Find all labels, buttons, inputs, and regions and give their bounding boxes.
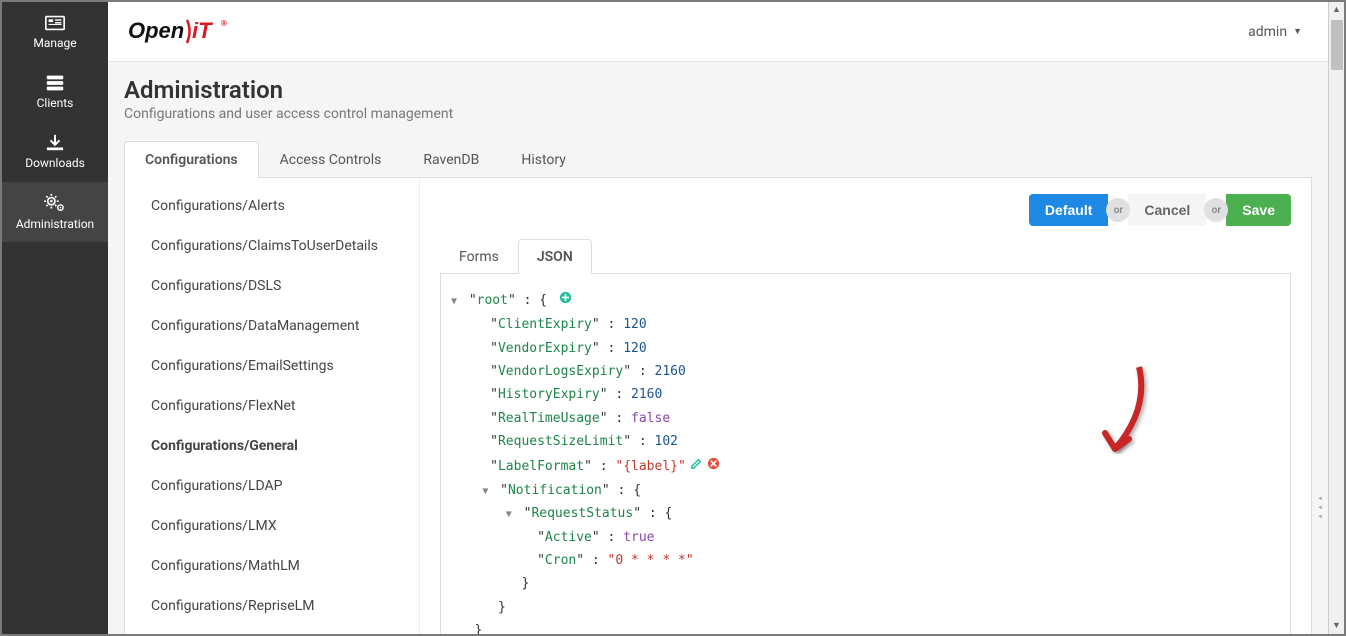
json-field[interactable]: "Cron" : "0 * * * *"	[451, 549, 1280, 572]
cancel-button[interactable]: Cancel	[1128, 194, 1206, 226]
tab-history[interactable]: History	[500, 141, 587, 178]
content: Administration Configurations and user a…	[108, 62, 1328, 634]
config-item-alerts[interactable]: Configurations/Alerts	[125, 186, 419, 226]
json-root-line[interactable]: ▼ "root" : {	[451, 288, 1280, 313]
json-close: }	[451, 619, 1280, 634]
resize-handle-icon[interactable]: ◄◄◄	[1313, 492, 1327, 522]
or-separator: or	[1106, 198, 1130, 222]
sub-tab-json[interactable]: JSON	[518, 239, 592, 274]
dashboard-icon	[44, 14, 66, 32]
sidebar: Manage Clients Downloads Administration	[2, 2, 108, 634]
main-tabs: Configurations Access Controls RavenDB H…	[124, 140, 1312, 178]
config-list: Configurations/Alerts Configurations/Cla…	[125, 178, 420, 634]
config-editor: Default or Cancel or Save Forms JSON ▼ "…	[420, 178, 1311, 634]
sidebar-item-clients[interactable]: Clients	[2, 62, 108, 122]
json-requeststatus-line[interactable]: ▼ "RequestStatus" : {	[451, 502, 1280, 525]
config-item-flexnet[interactable]: Configurations/FlexNet	[125, 386, 419, 426]
json-field[interactable]: "Active" : true	[451, 526, 1280, 549]
config-item-lmx[interactable]: Configurations/LMX	[125, 506, 419, 546]
config-item-ldap[interactable]: Configurations/LDAP	[125, 466, 419, 506]
openit-logo-icon: Open iT ®	[128, 16, 243, 48]
json-close: }	[451, 596, 1280, 619]
tab-access-controls[interactable]: Access Controls	[259, 141, 403, 178]
save-button[interactable]: Save	[1226, 194, 1291, 226]
json-field[interactable]: "VendorLogsExpiry" : 2160	[451, 360, 1280, 383]
config-panel: Configurations/Alerts Configurations/Cla…	[124, 178, 1312, 634]
logo: Open iT ®	[128, 16, 243, 48]
sidebar-item-manage[interactable]: Manage	[2, 2, 108, 62]
scroll-down-icon[interactable]: ▼	[1329, 618, 1345, 634]
server-icon	[44, 74, 66, 92]
svg-text:Open: Open	[128, 18, 184, 43]
json-tree: ▼ "root" : { "ClientExpiry" : 120 "Vendo…	[440, 274, 1291, 634]
config-item-claims[interactable]: Configurations/ClaimsToUserDetails	[125, 226, 419, 266]
collapse-icon[interactable]: ▼	[482, 483, 492, 501]
editor-tabs: Forms JSON	[440, 238, 1291, 274]
tab-configurations[interactable]: Configurations	[124, 141, 259, 178]
sub-tab-forms[interactable]: Forms	[440, 239, 518, 274]
caret-down-icon: ▼	[1293, 26, 1302, 37]
json-close: }	[451, 572, 1280, 595]
or-separator: or	[1204, 198, 1228, 222]
json-field[interactable]: "RequestSizeLimit" : 102	[451, 430, 1280, 453]
json-field[interactable]: "VendorExpiry" : 120	[451, 337, 1280, 360]
add-icon[interactable]	[559, 292, 572, 308]
config-item-mathlm[interactable]: Configurations/MathLM	[125, 546, 419, 586]
download-icon	[44, 134, 66, 152]
sidebar-label: Clients	[37, 96, 74, 110]
svg-text:iT: iT	[192, 18, 213, 43]
default-button[interactable]: Default	[1029, 194, 1108, 226]
config-item-splm[interactable]: Configurations/SPLM	[125, 626, 419, 634]
collapse-icon[interactable]: ▼	[506, 506, 516, 524]
scroll-thumb[interactable]	[1331, 20, 1343, 70]
json-field[interactable]: "RealTimeUsage" : false	[451, 407, 1280, 430]
vertical-scrollbar[interactable]: ▲ ▼	[1328, 2, 1344, 634]
json-field-labelformat[interactable]: "LabelFormat" : "{label}"	[451, 454, 1280, 479]
user-label: admin	[1248, 24, 1287, 40]
main-area: Open iT ® admin ▼ Administration Configu…	[108, 2, 1328, 634]
gears-icon	[43, 193, 67, 213]
config-item-dsls[interactable]: Configurations/DSLS	[125, 266, 419, 306]
actions-bar: Default or Cancel or Save	[440, 194, 1291, 226]
json-notification-line[interactable]: ▼ "Notification" : {	[451, 479, 1280, 502]
config-item-datamgmt[interactable]: Configurations/DataManagement	[125, 306, 419, 346]
json-field[interactable]: "HistoryExpiry" : 2160	[451, 383, 1280, 406]
sidebar-label: Downloads	[25, 156, 85, 170]
svg-text:®: ®	[221, 19, 227, 28]
config-item-reprise[interactable]: Configurations/RepriseLM	[125, 586, 419, 626]
scroll-up-icon[interactable]: ▲	[1329, 2, 1345, 18]
edit-icon[interactable]	[690, 458, 703, 474]
json-field[interactable]: "ClientExpiry" : 120	[451, 313, 1280, 336]
collapse-icon[interactable]: ▼	[451, 293, 461, 311]
sidebar-item-downloads[interactable]: Downloads	[2, 122, 108, 182]
sidebar-item-administration[interactable]: Administration	[2, 182, 108, 242]
header: Open iT ® admin ▼	[108, 2, 1328, 62]
delete-icon[interactable]	[707, 458, 720, 474]
sidebar-label: Administration	[16, 217, 94, 231]
sidebar-label: Manage	[33, 36, 76, 50]
page-subtitle: Configurations and user access control m…	[124, 106, 1312, 122]
user-menu[interactable]: admin ▼	[1248, 24, 1308, 40]
config-item-general[interactable]: Configurations/General	[125, 426, 419, 466]
page-title: Administration	[124, 76, 1312, 104]
tab-ravendb[interactable]: RavenDB	[402, 141, 500, 178]
config-item-email[interactable]: Configurations/EmailSettings	[125, 346, 419, 386]
